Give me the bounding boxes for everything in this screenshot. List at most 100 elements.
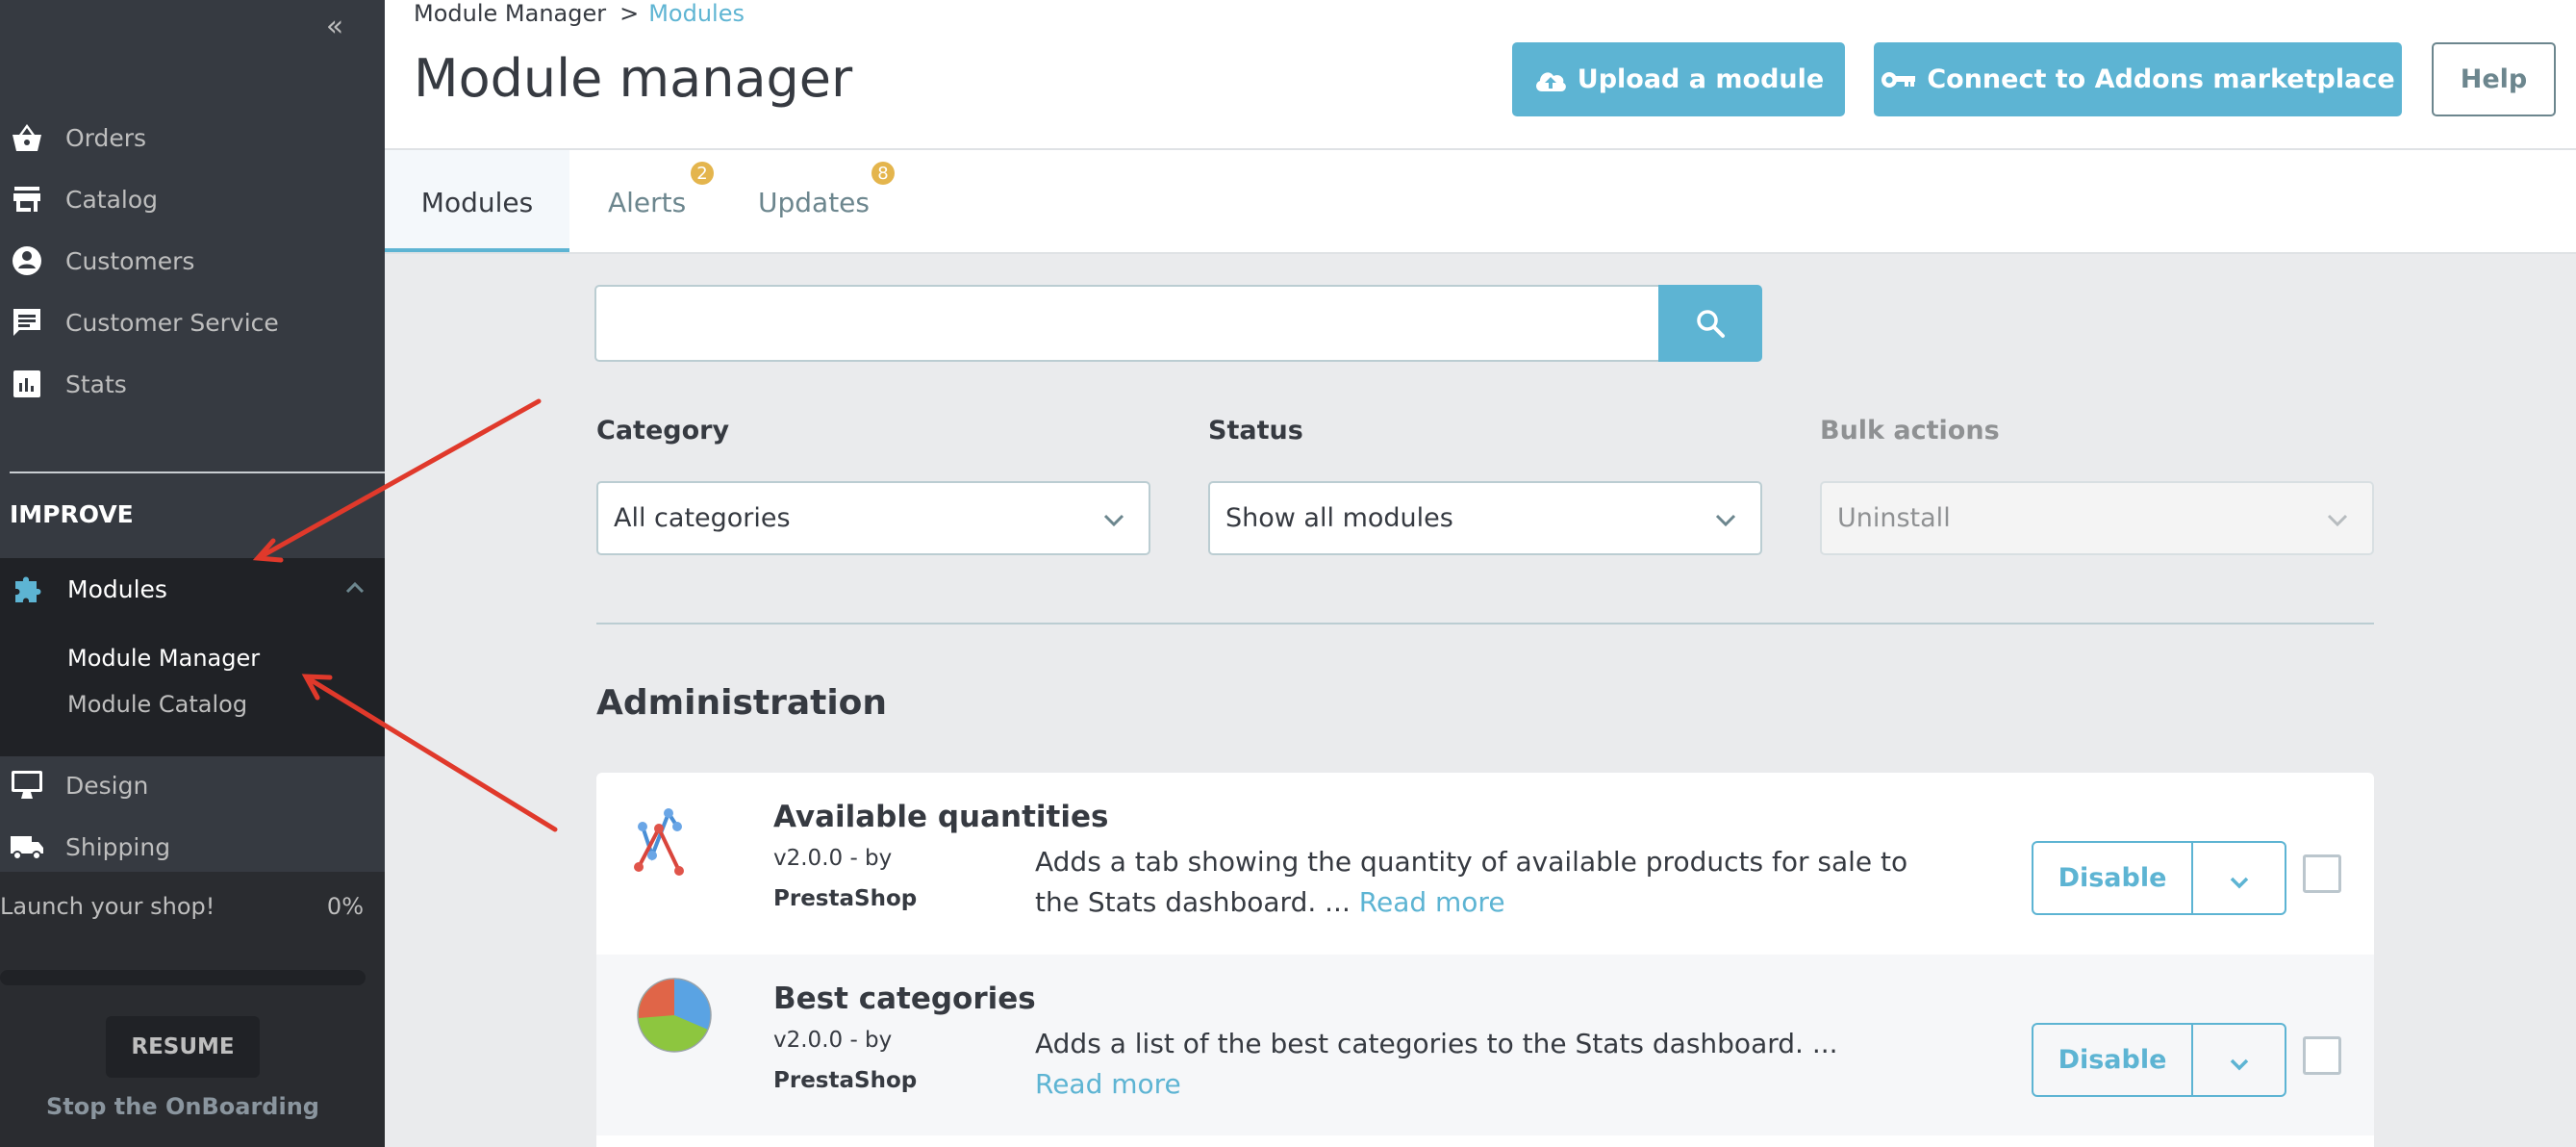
collapse-sidebar-icon[interactable]: « — [317, 12, 346, 42]
category-filter-label: Category — [596, 416, 730, 446]
sidebar-item-label: Modules — [67, 574, 167, 603]
onboarding-label: Launch your shop! — [0, 893, 215, 920]
module-description-text: Adds a list of the best categories to th… — [1035, 1028, 1838, 1059]
puzzle-icon — [12, 572, 46, 606]
tabs-bottom-border — [385, 252, 2576, 254]
header-divider — [385, 148, 2576, 150]
key-icon — [1881, 71, 1916, 88]
sidebar-item-design[interactable]: Design — [0, 754, 385, 816]
breadcrumb-separator: > — [619, 0, 640, 27]
tab-updates[interactable]: Updates 8 — [758, 150, 895, 254]
read-more-link[interactable]: Read more — [1359, 886, 1505, 918]
status-filter-label: Status — [1208, 416, 1303, 446]
module-version: v2.0.0 - by — [773, 846, 893, 871]
bulk-actions-value: Uninstall — [1837, 503, 1951, 533]
section-heading: Administration — [596, 683, 888, 723]
module-description: Adds a tab showing the quantity of avail… — [1035, 842, 1958, 923]
monitor-icon — [10, 768, 44, 803]
line-chart-icon — [631, 802, 718, 888]
upload-module-label: Upload a module — [1577, 64, 1825, 94]
chevron-up-icon — [342, 575, 367, 600]
sidebar-item-label: Design — [65, 771, 149, 800]
onboarding-panel: Launch your shop! 0% RESUME Stop the OnB… — [0, 872, 385, 1147]
sidebar-item-shipping[interactable]: Shipping — [0, 816, 385, 878]
chevron-down-icon — [2230, 877, 2248, 888]
tab-label: Alerts — [608, 186, 687, 218]
read-more-link[interactable]: Read more — [1035, 1068, 1181, 1100]
module-name: Available quantities — [773, 800, 1109, 834]
sidebar-modules-group: Modules Module Manager Module Catalog — [0, 558, 385, 756]
filters-divider — [596, 623, 2374, 624]
sidebar-item-label: Customers — [65, 246, 195, 275]
module-select-checkbox[interactable] — [2303, 1036, 2341, 1075]
tab-alerts[interactable]: Alerts 2 — [608, 150, 714, 254]
stop-onboarding-link[interactable]: Stop the OnBoarding — [0, 1093, 366, 1120]
module-row: Best categories v2.0.0 - by PrestaShop A… — [596, 955, 2374, 1135]
sidebar-subitem-module-manager[interactable]: Module Manager — [67, 645, 260, 672]
module-version: v2.0.0 - by — [773, 1028, 893, 1053]
search-button[interactable] — [1658, 285, 1762, 362]
category-select[interactable]: All categories — [596, 481, 1150, 555]
chevron-down-icon — [2324, 506, 2351, 533]
breadcrumb: Module Manager > Modules — [414, 0, 745, 27]
module-action-group: Disable — [2032, 841, 2286, 915]
page-header: Module Manager > Modules Module manager Up… — [385, 0, 2576, 254]
page-title: Module manager — [414, 48, 853, 109]
disable-button[interactable]: Disable — [2033, 1025, 2193, 1095]
module-name: Best categories — [773, 981, 1036, 1016]
search-input[interactable] — [594, 285, 1662, 362]
module-author: PrestaShop — [773, 1068, 918, 1093]
sidebar-item-stats[interactable]: Stats — [0, 353, 385, 415]
sidebar-item-label: Catalog — [65, 185, 159, 214]
disable-button[interactable]: Disable — [2033, 843, 2193, 913]
bulk-actions-label: Bulk actions — [1820, 416, 2000, 446]
sidebar-divider — [10, 472, 385, 473]
module-search — [594, 285, 1762, 362]
sidebar: « Orders Catalog Customers Customer Serv… — [0, 0, 385, 1147]
account-circle-icon — [10, 243, 44, 278]
module-actions-dropdown[interactable] — [2193, 843, 2285, 913]
resume-button[interactable]: RESUME — [106, 1016, 260, 1078]
sidebar-subitem-module-catalog[interactable]: Module Catalog — [67, 691, 247, 718]
sidebar-item-catalog[interactable]: Catalog — [0, 168, 385, 230]
sidebar-item-label: Shipping — [65, 832, 171, 861]
chevron-down-icon — [1712, 506, 1739, 533]
sidebar-item-modules[interactable]: Modules — [0, 558, 385, 620]
category-select-value: All categories — [614, 503, 791, 533]
chevron-down-icon — [1100, 506, 1127, 533]
tab-label: Updates — [758, 186, 870, 218]
sidebar-item-customer-service[interactable]: Customer Service — [0, 292, 385, 353]
tab-modules[interactable]: Modules — [385, 150, 569, 254]
store-icon — [10, 182, 44, 217]
module-list: Available quantities v2.0.0 - by PrestaS… — [596, 773, 2374, 1147]
chat-icon — [10, 305, 44, 340]
module-actions-dropdown[interactable] — [2193, 1025, 2285, 1095]
module-action-group: Disable — [2032, 1023, 2286, 1097]
cloud-upload-icon — [1535, 71, 1566, 91]
bar-chart-icon — [10, 367, 44, 401]
breadcrumb-current[interactable]: Modules — [648, 0, 745, 27]
updates-count-badge: 8 — [871, 162, 895, 185]
alerts-count-badge: 2 — [691, 162, 714, 185]
breadcrumb-parent[interactable]: Module Manager — [414, 0, 606, 27]
tab-label: Modules — [420, 186, 534, 218]
sidebar-item-label: Orders — [65, 123, 147, 152]
module-description: Adds a list of the best categories to th… — [1035, 1024, 1862, 1105]
status-select[interactable]: Show all modules — [1208, 481, 1762, 555]
pie-chart-icon — [631, 972, 718, 1058]
connect-addons-label: Connect to Addons marketplace — [1927, 64, 2395, 94]
module-author: PrestaShop — [773, 886, 918, 911]
module-select-checkbox[interactable] — [2303, 854, 2341, 893]
truck-icon — [10, 829, 44, 864]
help-button[interactable]: Help — [2432, 42, 2556, 116]
bulk-actions-select[interactable]: Uninstall — [1820, 481, 2374, 555]
sidebar-section-title: IMPROVE — [10, 500, 134, 528]
search-icon — [1697, 310, 1725, 338]
onboarding-percent: 0% — [326, 893, 364, 920]
upload-module-button[interactable]: Upload a module — [1512, 42, 1845, 116]
sidebar-item-customers[interactable]: Customers — [0, 230, 385, 292]
basket-icon — [10, 120, 44, 155]
chevron-down-icon — [2230, 1058, 2248, 1070]
connect-addons-button[interactable]: Connect to Addons marketplace — [1874, 42, 2402, 116]
sidebar-item-orders[interactable]: Orders — [0, 107, 385, 168]
